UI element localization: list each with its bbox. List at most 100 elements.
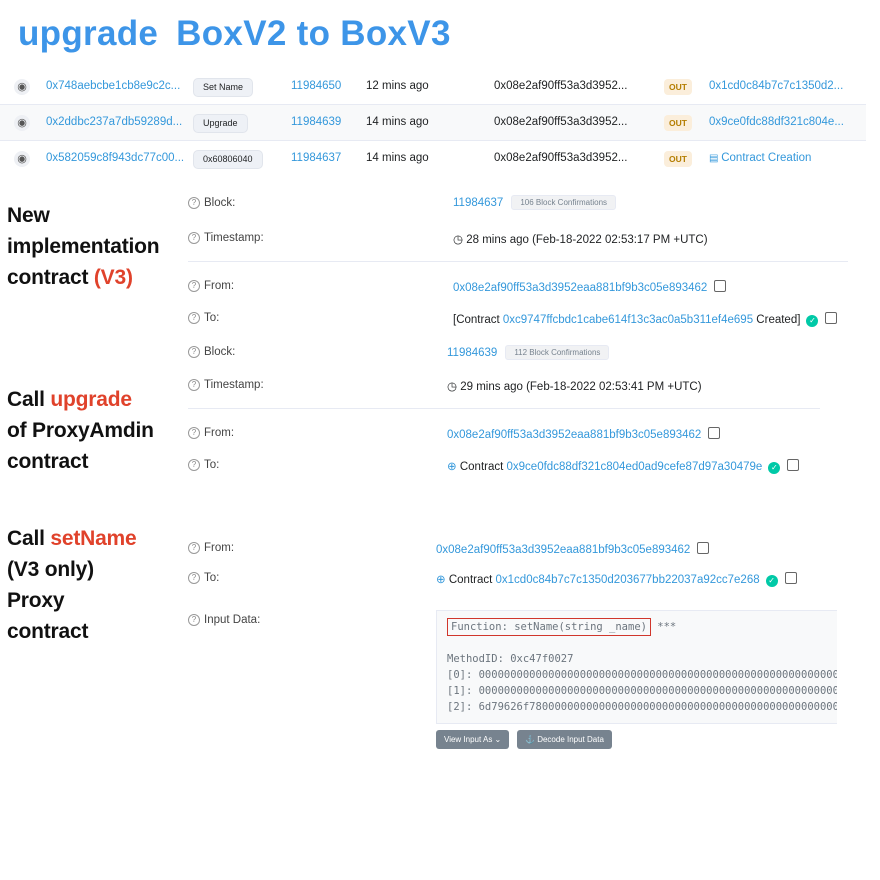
help-icon: ? [188,614,200,626]
contract-creation-label: Contract Creation [721,152,812,164]
button-label: View Input As [444,735,493,744]
label-text: To: [204,572,220,584]
input-data-box[interactable]: Function: setName(string _name) *** Meth… [436,610,837,724]
function-signature: Function: setName(string _name) [447,618,651,636]
from-address-link[interactable]: 0x08e2af90ff53a3d3952eaa881bf9b3c05e8934… [436,544,690,556]
to-prefix: [Contract [453,314,503,326]
clock-icon: ◷ [453,234,467,246]
heading-line: contract [7,620,89,643]
heading-line: Call setName [7,523,137,554]
help-icon: ? [188,542,200,554]
search-icon: ⊕ [447,461,460,473]
copy-icon[interactable] [787,459,800,471]
contract-address-link[interactable]: 0x9ce0fdc88df321c804ed0ad9cefe87d97a3047… [507,461,763,473]
from-address: 0x08e2af90ff53a3d3952... [494,152,628,164]
heading-line: contract (V3) [7,262,159,293]
label-text: Timestamp: [204,379,264,391]
timestamp-value: ◷ 29 mins ago (Feb-18-2022 02:53:41 PM +… [447,379,702,393]
from-value: 0x08e2af90ff53a3d3952eaa881bf9b3c05e8934… [453,280,727,294]
to-address-link[interactable]: 0x1cd0c84b7c7c1350d2... [709,69,843,104]
block-link[interactable]: 11984639 [291,105,341,140]
to-value: ⊕ Contract 0x1cd0c84b7c7c1350d203677bb22… [436,572,797,587]
view-input-as-button[interactable]: View Input As ⌄ [436,730,510,749]
section-heading-new-implementation: New implementation contract (V3) [7,200,160,293]
input-data-label: ? Input Data: [188,614,260,626]
param-line: [2]: 6d79626f780000000000000000000000000… [447,701,837,713]
heading-line: of ProxyAmdin [7,419,154,442]
heading-text: Call [7,388,51,411]
age-text: 14 mins ago [366,116,429,128]
contract-address-link[interactable]: 0xc9747ffcbdc1cabe614f13c3ac0a5b311ef4e6… [503,314,753,326]
to-value: ⊕ Contract 0x9ce0fdc88df321c804ed0ad9cef… [447,459,800,474]
method-badge: Set Name [193,78,254,97]
title-part2: BoxV2 to BoxV3 [176,14,451,53]
timestamp-text: 29 mins ago (Feb-18-2022 02:53:41 PM +UT… [460,381,702,393]
contract-creation-link[interactable]: ▤ Contract Creation [709,141,811,176]
direction-badge: OUT [664,115,692,131]
title-part1: upgrade [18,14,159,53]
label-text: To: [204,312,220,324]
from-address-link[interactable]: 0x08e2af90ff53a3d3952eaa881bf9b3c05e8934… [453,282,707,294]
to-value: [Contract 0xc9747ffcbdc1cabe614f13c3ac0a… [453,312,838,327]
method-badge: 0x60806040 [193,150,263,169]
from-address: 0x08e2af90ff53a3d3952... [494,116,628,128]
from-address-link[interactable]: 0x08e2af90ff53a3d3952eaa881bf9b3c05e8934… [447,429,701,441]
copy-icon[interactable] [697,542,710,554]
divider [188,261,848,262]
eye-icon[interactable]: ◉ [14,151,30,167]
heading-highlight: upgrade [50,388,132,411]
help-icon: ? [188,312,200,324]
function-signature-line: Function: setName(string _name) *** [447,618,677,636]
copy-icon[interactable] [708,427,721,439]
timestamp-text: 28 mins ago (Feb-18-2022 02:53:17 PM +UT… [466,234,708,246]
block-link[interactable]: 11984639 [447,347,497,359]
to-label: ? To: [188,312,219,324]
decode-icon: ⚓ [525,735,538,744]
label-text: To: [204,459,220,471]
section-heading-call-setname: Call setName (V3 only) Proxy contract [7,523,137,647]
tx-hash-link[interactable]: 0x582059c8f943dc77c00... [46,141,184,176]
copy-icon[interactable] [784,572,797,584]
direction-badge: OUT [664,79,692,95]
heading-highlight: setName [50,527,137,550]
eye-icon[interactable]: ◉ [14,79,30,95]
table-row: ◉ 0x748aebcbe1cb8e9c2c... Set Name 11984… [0,69,866,105]
eye-icon[interactable]: ◉ [14,115,30,131]
function-tail: *** [650,621,677,633]
heading-text: Call [7,527,51,550]
button-label: Decode Input Data [537,735,604,744]
tx-hash-link[interactable]: 0x748aebcbe1cb8e9c2c... [46,69,180,104]
help-icon: ? [188,427,200,439]
help-icon: ? [188,197,200,209]
decode-input-data-button[interactable]: ⚓ Decode Input Data [517,730,612,749]
divider [188,408,820,409]
from-address: 0x08e2af90ff53a3d3952... [494,80,628,92]
copy-icon[interactable] [714,280,727,292]
label-text: Input Data: [204,614,261,626]
help-icon: ? [188,459,200,471]
label-text: Timestamp: [204,232,264,244]
confirmations-badge: 106 Block Confirmations [511,195,617,210]
label-text: From: [204,427,235,439]
search-icon: ⊕ [436,574,449,586]
to-label: ? To: [188,572,219,584]
chevron-down-icon: ⌄ [492,735,502,744]
contract-icon: ▤ [709,153,722,164]
to-suffix: Created] [753,314,801,326]
block-link[interactable]: 11984637 [453,197,503,209]
to-prefix: Contract [448,574,496,586]
heading-line: Call upgrade [7,384,154,415]
from-label: ? From: [188,427,234,439]
to-address-link[interactable]: 0x9ce0fdc88df321c804e... [709,105,844,140]
from-label: ? From: [188,542,234,554]
timestamp-label: ? Timestamp: [188,379,264,391]
block-label: ? Block: [188,346,235,358]
verified-check-icon: ✓ [768,462,781,474]
block-link[interactable]: 11984650 [291,69,341,104]
contract-address-link[interactable]: 0x1cd0c84b7c7c1350d203677bb22037a92cc7e2… [496,574,760,586]
tx-hash-link[interactable]: 0x2ddbc237a7db59289d... [46,105,182,140]
clock-icon: ◷ [447,381,461,393]
copy-icon[interactable] [825,312,838,324]
block-link[interactable]: 11984637 [291,141,341,176]
method-badge: Upgrade [193,114,248,133]
